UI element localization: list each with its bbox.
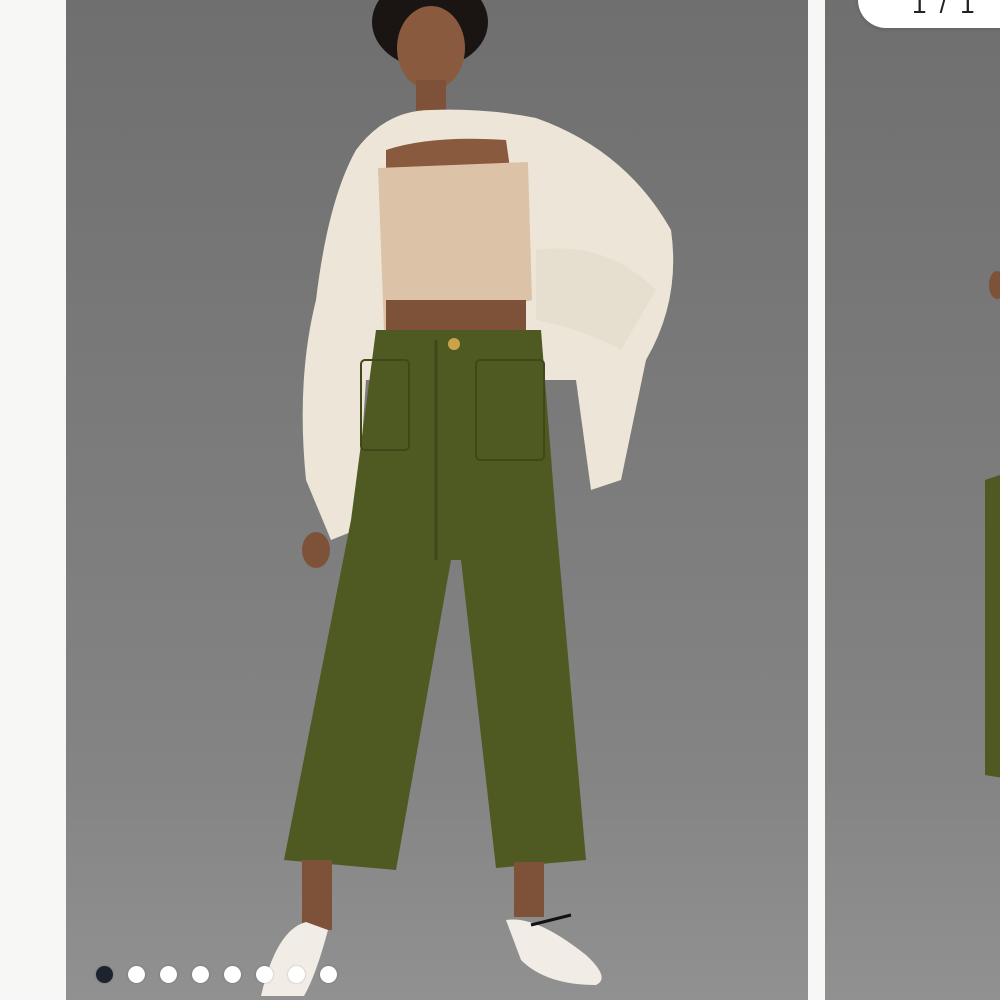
- product-gallery: 1 / 1: [0, 0, 1000, 1000]
- image-counter-badge: 1 / 1: [858, 0, 1000, 28]
- pagination-dot-1[interactable]: [96, 966, 113, 983]
- shoe-right: [506, 919, 602, 985]
- pagination-dot-8[interactable]: [320, 966, 337, 983]
- hand-shape: [302, 532, 330, 568]
- model-photo: [261, 0, 674, 996]
- gallery-slide-2[interactable]: [825, 0, 1000, 1000]
- pagination-dot-7[interactable]: [288, 966, 305, 983]
- button-shape: [448, 338, 460, 350]
- shoe-left: [261, 922, 328, 996]
- pagination-dot-6[interactable]: [256, 966, 273, 983]
- pants-peek-shape: [985, 475, 1000, 778]
- pagination-dot-5[interactable]: [224, 966, 241, 983]
- carousel-pagination: [96, 966, 337, 983]
- pagination-dot-4[interactable]: [192, 966, 209, 983]
- ankle-right: [514, 862, 544, 917]
- midriff-shape: [386, 300, 526, 334]
- studio-floor: [825, 770, 1000, 1000]
- ankle-left: [302, 860, 332, 930]
- hand-peek-shape: [989, 271, 1000, 299]
- pagination-dot-3[interactable]: [160, 966, 177, 983]
- image-counter-text: 1 / 1: [912, 0, 978, 19]
- face-shape: [397, 6, 465, 90]
- gallery-slide-1[interactable]: [66, 0, 808, 1000]
- pagination-dot-2[interactable]: [128, 966, 145, 983]
